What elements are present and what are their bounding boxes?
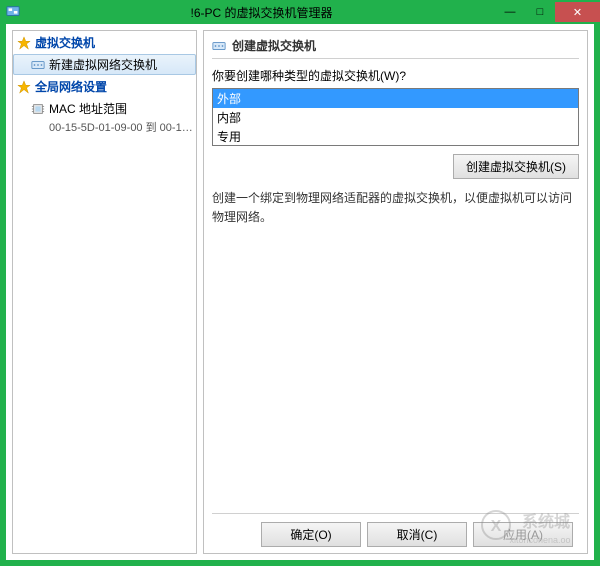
section-title: 创建虚拟交换机 [232,37,316,54]
content-area: 虚拟交换机 新建虚拟网络交换机 全局网络设置 MAC 地址范围 00-15-5D… [6,24,594,560]
dialog-footer: 确定(O) 取消(C) 应用(A) [212,513,579,549]
listbox-item-private[interactable]: 专用 [213,127,578,146]
window-title: !6-PC 的虚拟交换机管理器 [28,4,495,21]
chip-icon [31,102,45,116]
tree-group-label: 全局网络设置 [35,78,107,95]
window-controls: — □ ✕ [495,2,600,22]
listbox-item-internal[interactable]: 内部 [213,108,578,127]
app-icon [6,4,22,20]
cancel-button[interactable]: 取消(C) [367,522,467,547]
type-description: 创建一个绑定到物理网络适配器的虚拟交换机，以便虚拟机可以访问物理网络。 [212,189,579,227]
apply-button[interactable]: 应用(A) [473,522,573,547]
tree-item-new-switch[interactable]: 新建虚拟网络交换机 [13,54,196,75]
tree-group-label: 虚拟交换机 [35,34,95,51]
close-button[interactable]: ✕ [555,2,600,22]
window-frame: !6-PC 的虚拟交换机管理器 — □ ✕ 虚拟交换机 新建虚拟网络交换机 全局… [0,0,600,566]
switch-type-listbox[interactable]: 外部 内部 专用 [212,88,579,146]
section-header: 创建虚拟交换机 [212,35,579,59]
titlebar[interactable]: !6-PC 的虚拟交换机管理器 — □ ✕ [0,0,600,24]
star-icon [17,80,31,94]
switch-icon [212,39,226,53]
mac-range-value: 00-15-5D-01-09-00 到 00-15-5D-0... [13,119,196,135]
type-prompt: 你要创建哪种类型的虚拟交换机(W)? [212,67,579,84]
right-detail-panel: 创建虚拟交换机 你要创建哪种类型的虚拟交换机(W)? 外部 内部 专用 创建虚拟… [203,30,588,554]
tree-item-mac-range[interactable]: MAC 地址范围 [13,98,196,119]
tree-item-label: 新建虚拟网络交换机 [49,56,157,73]
create-button-row: 创建虚拟交换机(S) [212,154,579,179]
create-switch-button[interactable]: 创建虚拟交换机(S) [453,154,579,179]
tree-group-virtual-switches[interactable]: 虚拟交换机 [13,31,196,54]
maximize-button[interactable]: □ [525,2,555,22]
left-tree-panel: 虚拟交换机 新建虚拟网络交换机 全局网络设置 MAC 地址范围 00-15-5D… [12,30,197,554]
tree-item-label: MAC 地址范围 [49,100,127,117]
tree-group-global-settings[interactable]: 全局网络设置 [13,75,196,98]
switch-icon [31,58,45,72]
ok-button[interactable]: 确定(O) [261,522,361,547]
minimize-button[interactable]: — [495,2,525,22]
star-icon [17,36,31,50]
listbox-item-external[interactable]: 外部 [213,89,578,108]
